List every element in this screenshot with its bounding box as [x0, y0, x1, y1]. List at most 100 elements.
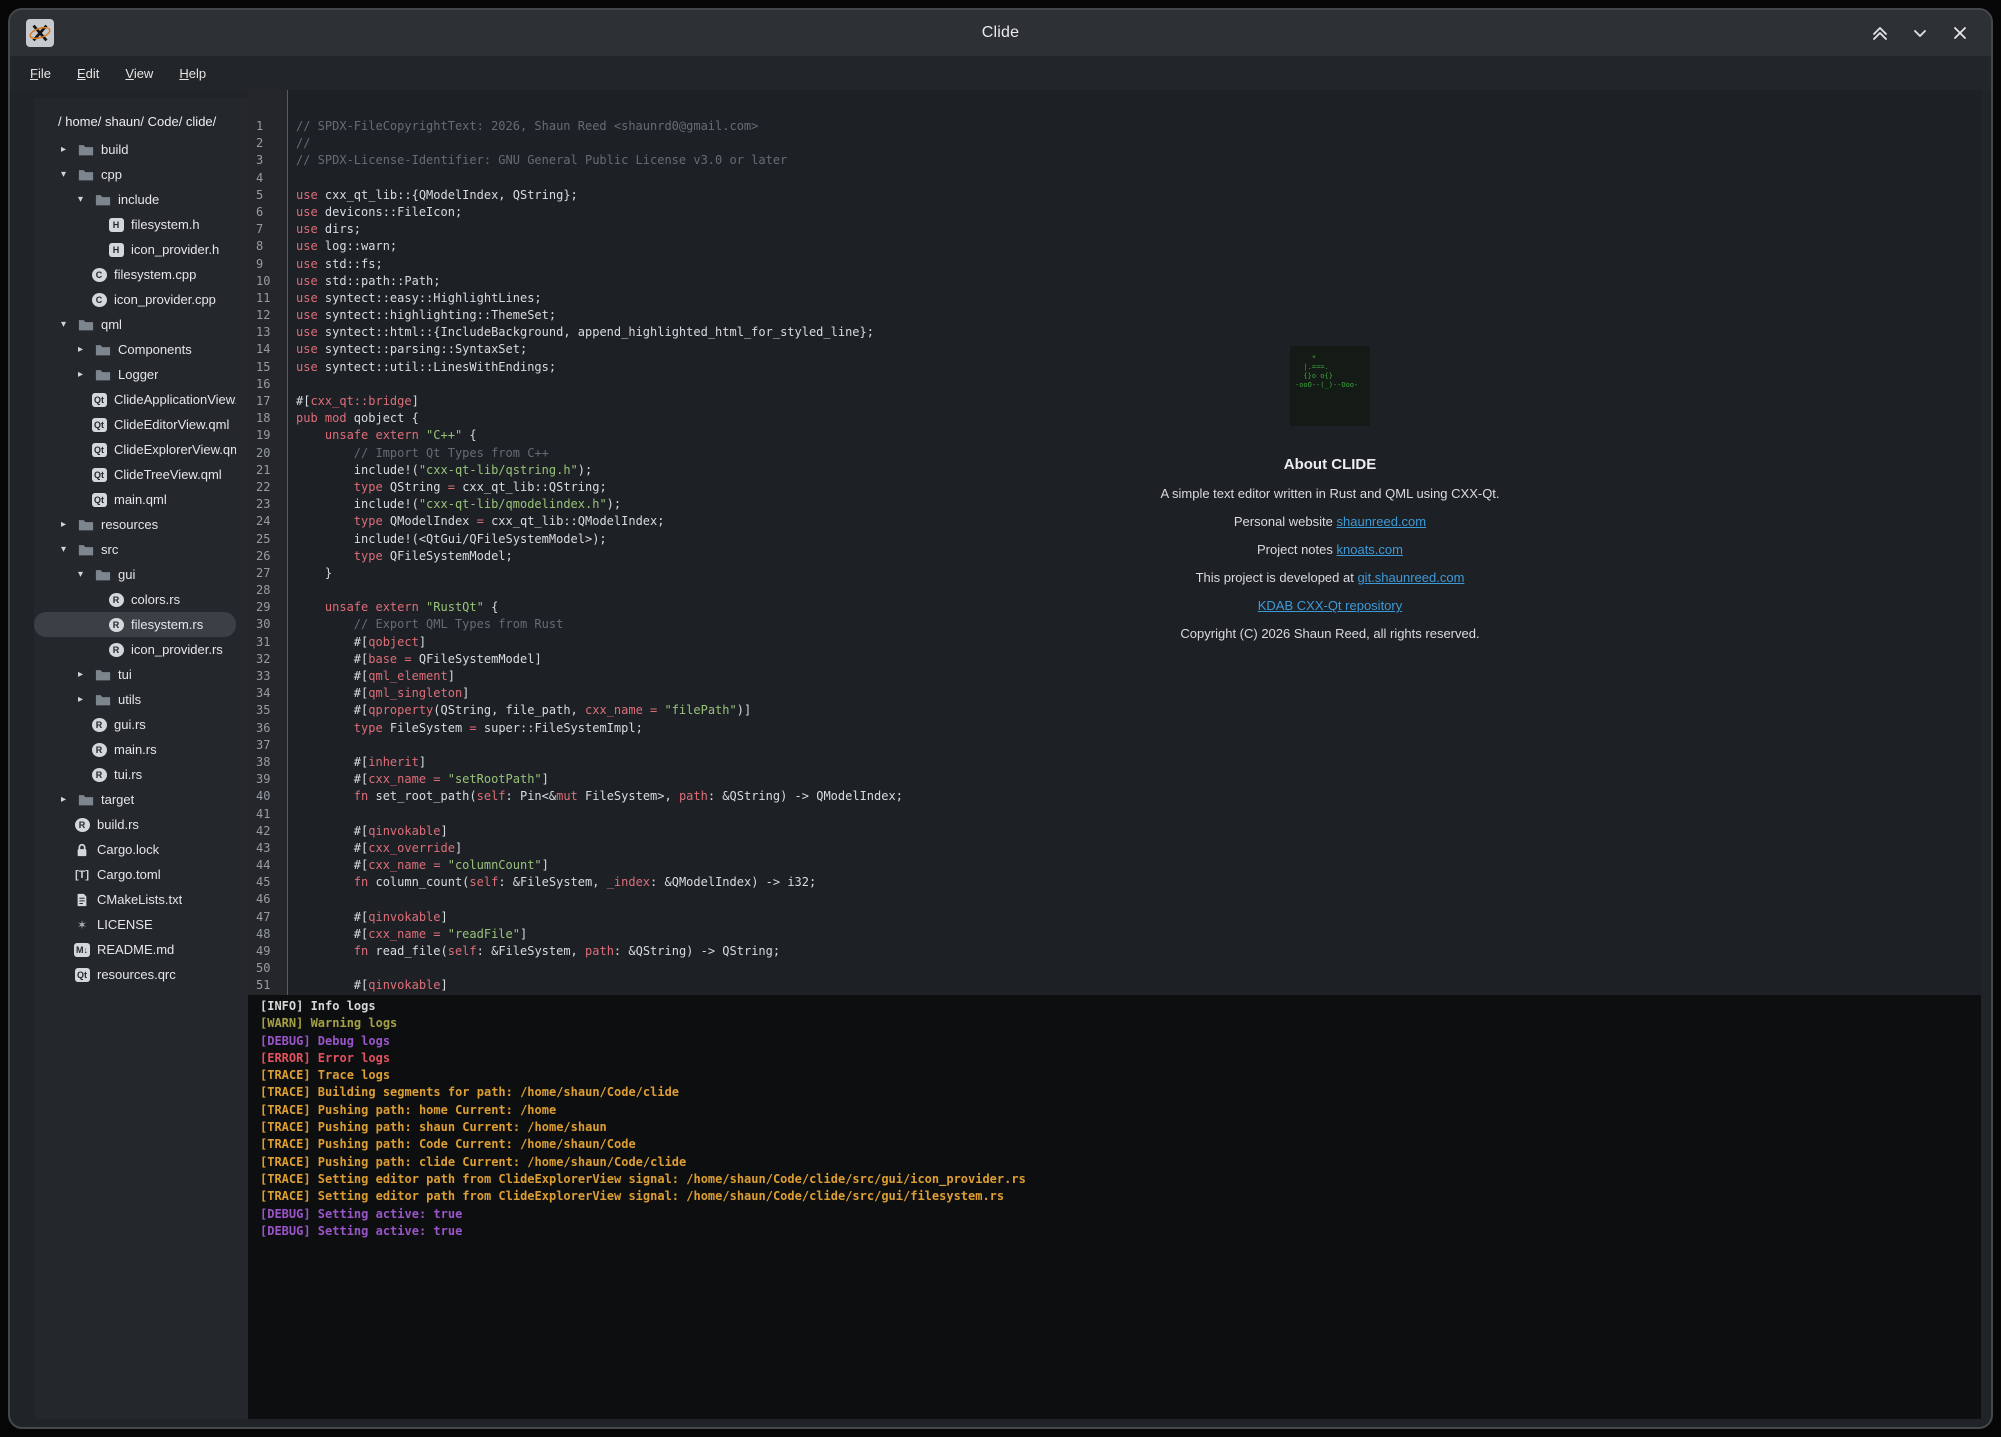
code-line-12: 12use syntect::highlighting::ThemeSet;: [248, 307, 1981, 324]
shade-button[interactable]: [1867, 20, 1893, 46]
menu-file[interactable]: File: [30, 66, 51, 81]
tree-item-label: filesystem.cpp: [114, 267, 196, 282]
chevron-down-icon[interactable]: ▾: [61, 319, 77, 330]
tree-file-filesystem-cpp[interactable]: Cfilesystem.cpp: [34, 262, 236, 287]
tree-folder-build[interactable]: ▸build: [34, 137, 236, 162]
folder-icon: [94, 367, 112, 383]
tree-folder-cpp[interactable]: ▾ cpp: [34, 162, 236, 187]
tree-folder-gui[interactable]: ▾gui: [34, 562, 236, 587]
chevron-right-icon[interactable]: ▸: [61, 794, 77, 805]
tree-file-filesystem-h[interactable]: Hfilesystem.h: [34, 212, 236, 237]
code-line-48: 48 #[cxx_name = "readFile"]: [248, 926, 1981, 943]
tree-folder-logger[interactable]: ▸ Logger: [34, 362, 236, 387]
line-number: 20: [248, 445, 289, 462]
tree-file-clideapplicationview-qml[interactable]: QtClideApplicationView.qml: [34, 387, 236, 412]
tree-file-clidetreeview-qml[interactable]: QtClideTreeView.qml: [34, 462, 236, 487]
tree-item-label: cpp: [101, 167, 122, 182]
chevron-down-icon[interactable]: ▾: [78, 569, 94, 580]
line-number: 1: [248, 118, 289, 135]
folder-icon: [77, 792, 95, 808]
tree-file-main-qml[interactable]: Qtmain.qml: [34, 487, 236, 512]
qt-icon: Qt: [73, 967, 91, 983]
tree-folder-components[interactable]: ▸Components: [34, 337, 236, 362]
chevron-right-icon[interactable]: ▸: [61, 519, 77, 530]
tree-folder-src[interactable]: ▾src: [34, 537, 236, 562]
notes-link[interactable]: knoats.com: [1337, 542, 1403, 557]
tree-file-readme-md[interactable]: M↓README.md: [34, 937, 236, 962]
tree-item-label: filesystem.h: [131, 217, 200, 232]
tree-file-build-rs[interactable]: Rbuild.rs: [34, 812, 236, 837]
code-line-49: 49 fn read_file(self: &FileSystem, path:…: [248, 943, 1981, 960]
tree-file-cargo-toml[interactable]: [T]Cargo.toml: [34, 862, 236, 887]
tree-file-main-rs[interactable]: Rmain.rs: [34, 737, 236, 762]
code-line-7: 7use dirs;: [248, 221, 1981, 238]
md-icon: M↓: [73, 942, 91, 958]
tree-file-filesystem-rs[interactable]: Rfilesystem.rs: [34, 612, 236, 637]
log-line-trace: [TRACE] Pushing path: home Current: /hom…: [260, 1102, 1981, 1119]
tree-file-icon-provider-cpp[interactable]: Cicon_provider.cpp: [34, 287, 236, 312]
chevron-right-icon[interactable]: ▸: [61, 144, 77, 155]
tree-folder-resources[interactable]: ▸resources: [34, 512, 236, 537]
tree-folder-target[interactable]: ▸target: [34, 787, 236, 812]
line-number: 27: [248, 565, 289, 582]
chevron-right-icon[interactable]: ▸: [78, 344, 94, 355]
tree-item-label: main.rs: [114, 742, 157, 757]
tree-item-label: ClideApplicationView.qml: [114, 392, 236, 407]
code-line-11: 11use syntect::easy::HighlightLines;: [248, 290, 1981, 307]
tree-file-clideexplorerview-qml[interactable]: QtClideExplorerView.qml: [34, 437, 236, 462]
chevron-down-icon[interactable]: ▾: [61, 169, 77, 180]
tree-file-icon-provider-h[interactable]: Hicon_provider.h: [34, 237, 236, 262]
qt-icon: Qt: [90, 467, 108, 483]
tree-item-label: ClideEditorView.qml: [114, 417, 229, 432]
tree-folder-tui[interactable]: ▸tui: [34, 662, 236, 687]
minimize-button[interactable]: [1907, 20, 1933, 46]
menu-view[interactable]: View: [125, 66, 153, 81]
tree-file-tui-rs[interactable]: Rtui.rs: [34, 762, 236, 787]
code-line-33: 33 #[qml_element]: [248, 668, 1981, 685]
tree-item-label: Cargo.lock: [97, 842, 159, 857]
about-heading: About CLIDE: [1070, 456, 1590, 473]
menu-edit[interactable]: Edit: [77, 66, 99, 81]
code-line-46: 46: [248, 891, 1981, 908]
code-line-5: 5use cxx_qt_lib::{QModelIndex, QString};: [248, 187, 1981, 204]
rs-icon: R: [73, 817, 91, 833]
chevron-down-icon[interactable]: ▾: [61, 544, 77, 555]
dev-link[interactable]: git.shaunreed.com: [1357, 570, 1464, 585]
chevron-right-icon[interactable]: ▸: [78, 669, 94, 680]
tree-item-label: main.qml: [114, 492, 167, 507]
kdab-repo-link[interactable]: KDAB CXX-Qt repository: [1258, 598, 1403, 613]
tree-folder-utils[interactable]: ▸utils: [34, 687, 236, 712]
tree-file-cmakelists-txt[interactable]: CMakeLists.txt: [34, 887, 236, 912]
line-number: 48: [248, 926, 289, 943]
tree-item-label: icon_provider.h: [131, 242, 219, 257]
menu-help[interactable]: Help: [179, 66, 206, 81]
code-line-32: 32 #[base = QFileSystemModel]: [248, 651, 1981, 668]
tree-item-label: Logger: [118, 367, 158, 382]
tree-item-label: CMakeLists.txt: [97, 892, 182, 907]
code-line-13: 13use syntect::html::{IncludeBackground,…: [248, 324, 1981, 341]
line-number: 13: [248, 324, 289, 341]
tree-folder-include[interactable]: ▾include: [34, 187, 236, 212]
line-number: 32: [248, 651, 289, 668]
chevron-right-icon[interactable]: ▸: [78, 369, 94, 380]
code-line-10: 10use std::path::Path;: [248, 273, 1981, 290]
close-button[interactable]: [1947, 20, 1973, 46]
tree-file-cargo-lock[interactable]: Cargo.lock: [34, 837, 236, 862]
tree-file-clideeditorview-qml[interactable]: QtClideEditorView.qml: [34, 412, 236, 437]
chevron-down-icon[interactable]: ▾: [78, 194, 94, 205]
rs-icon: R: [107, 642, 125, 658]
code-line-42: 42 #[qinvokable]: [248, 823, 1981, 840]
tree-file-icon-provider-rs[interactable]: Ricon_provider.rs: [34, 637, 236, 662]
tree-file-license[interactable]: ✶LICENSE: [34, 912, 236, 937]
line-number: 6: [248, 204, 289, 221]
tree-file-resources-qrc[interactable]: Qtresources.qrc: [34, 962, 236, 987]
log-console[interactable]: [INFO] Info logs[WARN] Warning logs[DEBU…: [248, 995, 1981, 1419]
website-link[interactable]: shaunreed.com: [1337, 514, 1427, 529]
chevron-right-icon[interactable]: ▸: [78, 694, 94, 705]
line-number: 36: [248, 720, 289, 737]
tree-file-gui-rs[interactable]: Rgui.rs: [34, 712, 236, 737]
tree-file-colors-rs[interactable]: Rcolors.rs: [34, 587, 236, 612]
tree-folder-qml[interactable]: ▾qml: [34, 312, 236, 337]
line-number: 18: [248, 410, 289, 427]
code-line-36: 36 type FileSystem = super::FileSystemIm…: [248, 720, 1981, 737]
